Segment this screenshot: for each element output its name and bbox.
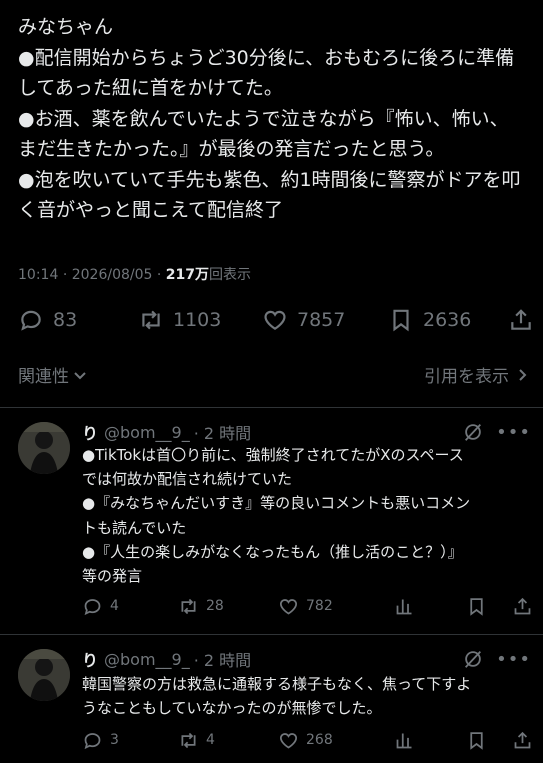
stats-bars-icon [396,733,412,748]
reply-text-line: トも読んでいた [82,518,187,537]
reply-text-line: ●TikTokは首〇り前に、強制終了されてたがXのスペース [82,446,464,464]
share-upload-icon [514,597,531,614]
heart-icon [264,310,286,330]
like-count: 7857 [297,309,346,331]
post-meta: 10:14 · 2026/08/05 · 217万回表示 [18,264,251,284]
reply-item[interactable]: り @bom__9_ · 2 時間 ••• ●TikTokは首〇り前に、強制終了… [0,408,543,634]
author-name[interactable]: り [82,647,98,671]
repost-button[interactable]: 28 [178,593,224,619]
repost-button[interactable]: 1103 [138,300,221,340]
reply-button[interactable]: 4 [82,593,119,619]
like-button[interactable]: 7857 [262,300,345,340]
avatar-image [18,649,70,701]
more-dots-icon[interactable]: ••• [496,649,531,670]
repost-count: 28 [206,598,224,614]
views-count: 217万 [165,267,210,283]
stats-button[interactable] [394,727,415,753]
relevance-sort-dropdown[interactable]: 関連性 [18,362,87,387]
chevron-down-icon [74,371,86,379]
reply-text-line: ●『みなちゃんだいすき』等の良いコメントも悪いコメン [82,494,471,513]
meta-separator: · [156,267,162,283]
comment-bubble-icon [84,598,101,615]
meta-separator: · [62,267,68,283]
share-button[interactable] [512,593,533,619]
reply-count: 3 [110,732,119,748]
avatar[interactable] [18,422,70,474]
reply-time[interactable]: · 2 時間 [194,420,251,444]
reply-text-line: うなこともしていなかったのが無惨でした。 [82,699,382,718]
post-text-line: みなちゃん [18,16,114,38]
more-dots-icon[interactable]: ••• [496,422,531,443]
repost-count: 4 [206,732,215,748]
post-text-line: ●泡を吹いていて手先も紫色、約1時間後に警察がドアを叩 [18,168,521,191]
bookmark-button[interactable] [466,593,487,619]
bookmark-icon [470,597,483,616]
reply-sort-row: 関連性 引用を表示 [0,358,543,392]
post-time[interactable]: 10:14 [18,267,58,283]
author-name[interactable]: り [82,420,98,444]
sort-label: 関連性 [18,367,69,387]
view-quotes-label: 引用を表示 [424,367,509,387]
avatar-image [18,422,70,474]
reply-text: ●TikTokは首〇り前に、強制終了されてたがXのスペース では何故か配信され続… [82,443,532,588]
author-handle[interactable]: @bom__9_ [104,423,190,442]
bookmark-button[interactable]: 2636 [388,300,471,340]
repost-button[interactable]: 4 [178,727,215,753]
reply-header-icons: ••• [462,421,531,443]
share-upload-icon [511,309,531,330]
heart-icon [279,732,298,749]
bookmark-icon [470,731,483,750]
reply-item[interactable]: り @bom__9_ · 2 時間 ••• 韓国警察の方は救急に通報する様子もな… [0,635,543,763]
avatar[interactable] [18,649,70,701]
reply-header: り @bom__9_ · 2 時間 [82,420,251,444]
like-count: 782 [306,598,333,614]
like-count: 268 [306,732,333,748]
repost-count: 1103 [173,309,222,331]
post-text: みなちゃん ●配信開始からちょうど30分後に、おもむろに後ろに準備 してあった紐… [18,12,530,226]
grok-slash-icon[interactable] [462,421,484,443]
comment-bubble-icon [84,732,101,749]
author-handle[interactable]: @bom__9_ [104,650,190,669]
share-button[interactable] [508,300,534,340]
bookmark-button[interactable] [466,727,487,753]
post-text-line: ●お酒、薬を飲んでいたようで泣きながら『怖い、怖い、 [18,107,509,130]
chevron-right-icon [519,368,527,381]
repost-arrows-icon [181,732,196,748]
reply-action-bar: 3 4 268 [0,727,543,753]
post-text-line: してあった紐に首をかけてた。 [18,77,283,99]
like-button[interactable]: 782 [278,593,333,619]
like-button[interactable]: 268 [278,727,333,753]
reply-header: り @bom__9_ · 2 時間 [82,647,251,671]
reply-count: 83 [53,309,78,331]
reply-button[interactable]: 3 [82,727,119,753]
post-action-bar: 83 1103 7857 2636 [0,300,543,340]
view-quotes-link[interactable]: 引用を表示 [424,362,529,387]
reply-text-line: 韓国警察の方は救急に通報する様子もなく、焦って下すよ [82,675,472,693]
views-label: 回表示 [209,267,252,283]
share-upload-icon [514,731,531,748]
post-text-line: まだ生きたかった。』が最後の発言だったと思う。 [18,138,445,160]
reply-text-line: 等の発言 [82,567,143,586]
repost-arrows-icon [181,598,196,614]
heart-icon [279,598,298,615]
post-text-line: ●配信開始からちょうど30分後に、おもむろに後ろに準備 [18,46,515,69]
reply-button[interactable]: 83 [18,300,77,340]
stats-bars-icon [396,599,412,614]
grok-slash-icon[interactable] [462,648,484,670]
comment-bubble-icon [21,310,41,331]
reply-action-bar: 4 28 782 [0,593,543,619]
repost-arrows-icon [142,310,160,330]
reply-text-line: ●『人生の楽しみがなくなったもん（推し活のこと？）』 [82,542,463,561]
bookmark-count: 2636 [423,309,472,331]
reply-text-line: では何故か配信され続けていた [82,470,293,489]
post-date[interactable]: 2026/08/05 [72,267,153,283]
stats-button[interactable] [394,593,415,619]
post-text-line: く音がやっと聞こえて配信終了 [18,199,284,221]
reply-text: 韓国警察の方は救急に通報する様子もなく、焦って下すよ うなこともしていなかったの… [82,672,532,720]
reply-time[interactable]: · 2 時間 [194,647,251,671]
reply-count: 4 [110,598,119,614]
share-button[interactable] [512,727,533,753]
bookmark-icon [393,309,409,332]
reply-header-icons: ••• [462,648,531,670]
